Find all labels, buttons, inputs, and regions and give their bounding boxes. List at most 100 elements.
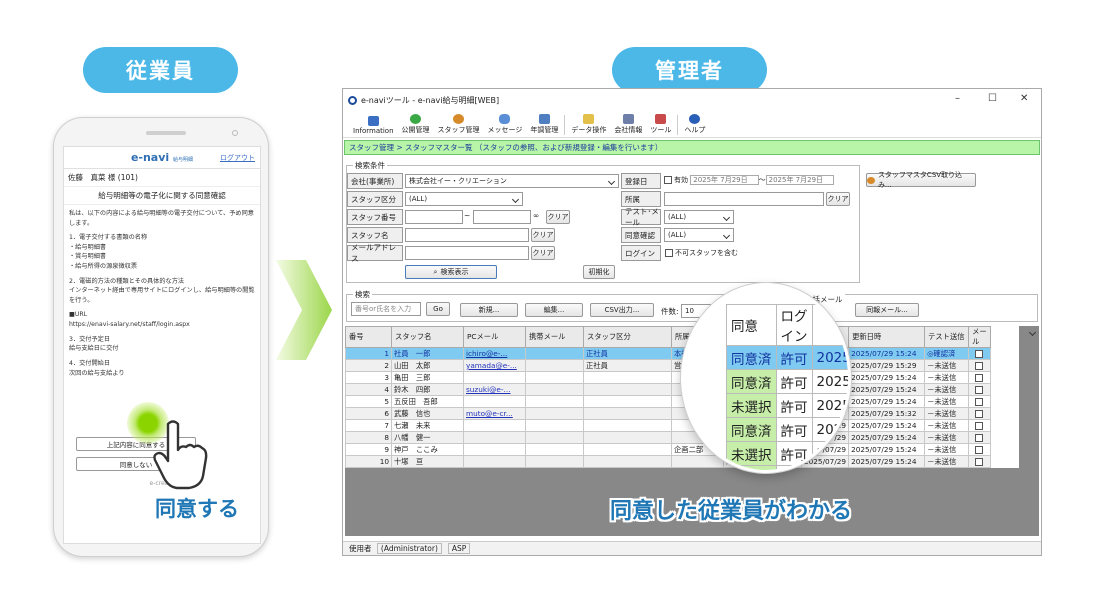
staff-no-to-input[interactable] xyxy=(473,210,531,224)
toolbar-tools[interactable]: ツール xyxy=(646,114,675,135)
checkbox-icon[interactable] xyxy=(974,434,983,442)
consent-paragraph: 1．電子交付する書類の名称 ・給与明細書 ・賞与明細書 ・給与所得の源泉徴収票 xyxy=(69,234,148,271)
date-to[interactable]: 2025年 7月29日 xyxy=(765,175,835,185)
mail-checkbox[interactable] xyxy=(968,455,992,468)
csv-import-button[interactable]: スタッフマスタCSV取り込み... xyxy=(866,171,976,189)
table-row[interactable]: 6武藤 信也muto@e-cr...同意済許可2025/07/292025/07… xyxy=(345,407,1019,420)
company-icon xyxy=(622,114,634,124)
table-cell: 五反田 吾郎 xyxy=(391,395,464,408)
test-mail-select[interactable]: (ALL) xyxy=(664,210,734,224)
consent-paragraph: ■URL https://enavi-salary.net/staff/logi… xyxy=(69,311,190,329)
dept-label: 所属 xyxy=(621,191,661,207)
column-header[interactable]: スタッフ名 xyxy=(391,326,464,348)
staff-name-input[interactable] xyxy=(405,228,529,242)
logout-link[interactable]: ログアウト xyxy=(220,153,255,163)
mail-checkbox[interactable] xyxy=(968,395,992,408)
toolbar-separator xyxy=(564,115,566,135)
checkbox-icon[interactable] xyxy=(974,350,983,358)
toolbar-publish[interactable]: 公開管理 xyxy=(398,114,434,135)
consent-select[interactable]: (ALL) xyxy=(664,228,734,242)
table-cell: 八幡 健一 xyxy=(391,431,464,444)
mail-checkbox[interactable] xyxy=(968,407,992,420)
login-option: 不可スタッフを含む xyxy=(665,248,738,258)
login-option-label: 不可スタッフを含む xyxy=(675,249,738,257)
edit-button[interactable]: 編集... xyxy=(525,303,583,317)
mail-checkbox[interactable] xyxy=(968,371,992,384)
column-header[interactable]: 番号 xyxy=(345,326,392,348)
table-cell: 2 xyxy=(345,359,392,372)
staff-type-select[interactable]: (ALL) xyxy=(405,192,523,206)
status-mode: ASP xyxy=(447,543,471,554)
magnified-date: 2025 xyxy=(811,417,848,442)
checkbox-icon[interactable] xyxy=(974,458,983,466)
toolbar-message[interactable]: メッセージ xyxy=(484,114,527,135)
checkbox-icon[interactable] xyxy=(974,374,983,382)
checkbox-icon[interactable] xyxy=(974,422,983,430)
table-cell xyxy=(525,383,584,396)
date-from[interactable]: 2025年 7月29日 xyxy=(690,175,759,185)
column-header[interactable]: テスト送信 xyxy=(924,326,970,348)
checkbox-icon[interactable] xyxy=(974,362,983,370)
quick-search-input[interactable]: 番号or氏名を入力 xyxy=(351,302,421,316)
magnified-date: 2025 xyxy=(811,345,848,370)
table-row[interactable]: 7七瀬 未来未選択許可2025/07/292025/07/29 15:24－未送… xyxy=(345,419,1019,432)
date-range: 有効 2025年 7月29日〜 2025年 7月29日 xyxy=(664,175,835,185)
staff-no-from-input[interactable] xyxy=(405,210,463,224)
reset-button[interactable]: 初期化 xyxy=(583,265,615,279)
checkbox-icon[interactable] xyxy=(974,446,983,454)
dept-input[interactable] xyxy=(664,192,824,206)
mail-checkbox[interactable] xyxy=(968,431,992,444)
column-header[interactable]: PCメール xyxy=(463,326,526,348)
column-header[interactable]: 更新日時 xyxy=(848,326,926,348)
table-cell: yamada@e-... xyxy=(463,359,526,372)
table-cell xyxy=(463,455,526,468)
staff-no-clear-button[interactable]: クリア xyxy=(546,210,570,224)
agree-caption: 同意する xyxy=(155,497,239,521)
sync-mail-button[interactable]: 同報メール... xyxy=(855,303,919,317)
minimize-icon[interactable]: – xyxy=(955,93,960,104)
table-cell: －未送信 xyxy=(924,395,970,408)
dept-clear-button[interactable]: クリア xyxy=(826,192,850,206)
mail-checkbox[interactable] xyxy=(968,383,992,396)
checkbox-icon[interactable] xyxy=(974,398,983,406)
csv-export-button[interactable]: CSV出力... xyxy=(590,303,654,317)
mail-checkbox[interactable] xyxy=(968,419,992,432)
maximize-icon[interactable]: ☐ xyxy=(988,93,997,104)
toolbar-information[interactable]: Information xyxy=(349,116,398,135)
toolbar-staff[interactable]: スタッフ管理 xyxy=(434,114,484,135)
toolbar-help[interactable]: ヘルプ xyxy=(680,114,709,135)
search-button[interactable]: ⌕ 検索表示 xyxy=(405,265,497,279)
checkbox-icon[interactable] xyxy=(974,386,983,394)
mail-clear-button[interactable]: クリア xyxy=(531,246,555,260)
staff-name-clear-button[interactable]: クリア xyxy=(531,228,555,242)
table-cell xyxy=(583,383,672,396)
staff-type-label: スタッフ区分 xyxy=(347,191,403,207)
new-button[interactable]: 新規... xyxy=(460,303,518,317)
column-header[interactable]: 携帯メール xyxy=(525,326,584,348)
table-row[interactable]: 10十塚 亘未選択許可2025/07/292025/07/29 15:24－未送… xyxy=(345,455,1019,468)
table-row[interactable]: 8八幡 健一同意済許可2025/07/292025/07/29 15:24－未送… xyxy=(345,431,1019,444)
table-cell: －未送信 xyxy=(924,383,970,396)
valid-checkbox[interactable] xyxy=(664,176,672,184)
table-row[interactable]: 9神戸 ここみ企画二部同意済許可2025/07/292025/07/29 15:… xyxy=(345,443,1019,456)
column-header[interactable]: スタッフ区分 xyxy=(583,326,672,348)
mail-checkbox[interactable] xyxy=(968,443,992,456)
table-cell: 1 xyxy=(345,347,392,360)
toolbar-year-end[interactable]: 年調管理 xyxy=(526,114,562,135)
go-button[interactable]: Go xyxy=(426,302,450,316)
mail-checkbox[interactable] xyxy=(968,359,992,372)
mail-input[interactable] xyxy=(405,246,529,260)
close-icon[interactable]: ✕ xyxy=(1020,93,1028,104)
toolbar-data[interactable]: データ操作 xyxy=(567,114,610,135)
column-header[interactable]: メール xyxy=(968,326,992,348)
company-select[interactable]: 株式会社イー・クリエーション xyxy=(405,174,619,188)
mail-checkbox[interactable] xyxy=(968,347,992,360)
login-checkbox[interactable] xyxy=(665,249,673,257)
checkbox-icon[interactable] xyxy=(974,410,983,418)
table-cell: 7 xyxy=(345,419,392,432)
data-icon xyxy=(583,114,595,124)
toolbar-company[interactable]: 会社情報 xyxy=(610,114,646,135)
table-cell: 2025/07/29 15:24 xyxy=(848,395,926,408)
range-tilde: ~ xyxy=(464,211,471,220)
table-cell: －未送信 xyxy=(924,443,970,456)
